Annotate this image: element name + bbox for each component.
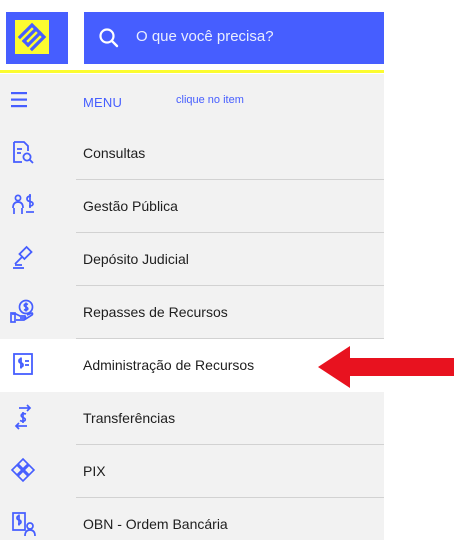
bank-order-icon [12, 512, 36, 536]
red-arrow-annotation [318, 346, 454, 388]
banco-do-brasil-logo[interactable] [6, 12, 68, 64]
search-input[interactable]: O que você precisa? [136, 28, 274, 45]
menu-item-consultas[interactable]: Consultas [0, 127, 384, 180]
menu-hint: clique no item [176, 94, 244, 106]
search-icon [99, 28, 119, 48]
menu-header[interactable]: MENU clique no item [0, 74, 384, 126]
gavel-icon [13, 245, 33, 269]
menu-item-label: PIX [83, 463, 106, 479]
search-bar[interactable]: O que você precisa? [84, 12, 384, 64]
menu-item-label: OBN - Ordem Bancária [83, 516, 228, 532]
menu-item-transferencias[interactable]: Transferências [0, 392, 384, 445]
top-bar: O que você precisa? [0, 0, 384, 73]
logo-mark-icon [17, 22, 47, 52]
logo-mark [15, 20, 49, 54]
menu-item-label: Repasses de Recursos [83, 304, 228, 320]
hand-coin-icon [10, 299, 34, 323]
transfer-money-icon [14, 404, 32, 430]
document-search-icon [13, 141, 34, 164]
menu-item-label: Administração de Recursos [83, 357, 255, 373]
people-money-icon [12, 194, 34, 214]
menu-item-deposito-judicial[interactable]: Depósito Judicial [0, 233, 384, 286]
menu-item-label: Transferências [83, 410, 176, 426]
header-divider [0, 70, 384, 73]
menu-item-label: Consultas [83, 145, 146, 161]
menu-item-label: Depósito Judicial [83, 251, 189, 267]
menu-title: MENU [83, 95, 123, 110]
side-menu: MENU clique no item Consultas Gestão Púb… [0, 74, 384, 540]
hamburger-icon[interactable] [10, 90, 32, 110]
menu-item-obn-ordem-bancaria[interactable]: OBN - Ordem Bancária [0, 498, 384, 551]
pix-icon [10, 457, 36, 483]
menu-item-label: Gestão Pública [83, 198, 178, 214]
menu-item-pix[interactable]: PIX [0, 445, 384, 498]
menu-item-repasses-de-recursos[interactable]: Repasses de Recursos [0, 286, 384, 339]
menu-item-gestao-publica[interactable]: Gestão Pública [0, 180, 384, 233]
money-document-icon [13, 353, 33, 375]
